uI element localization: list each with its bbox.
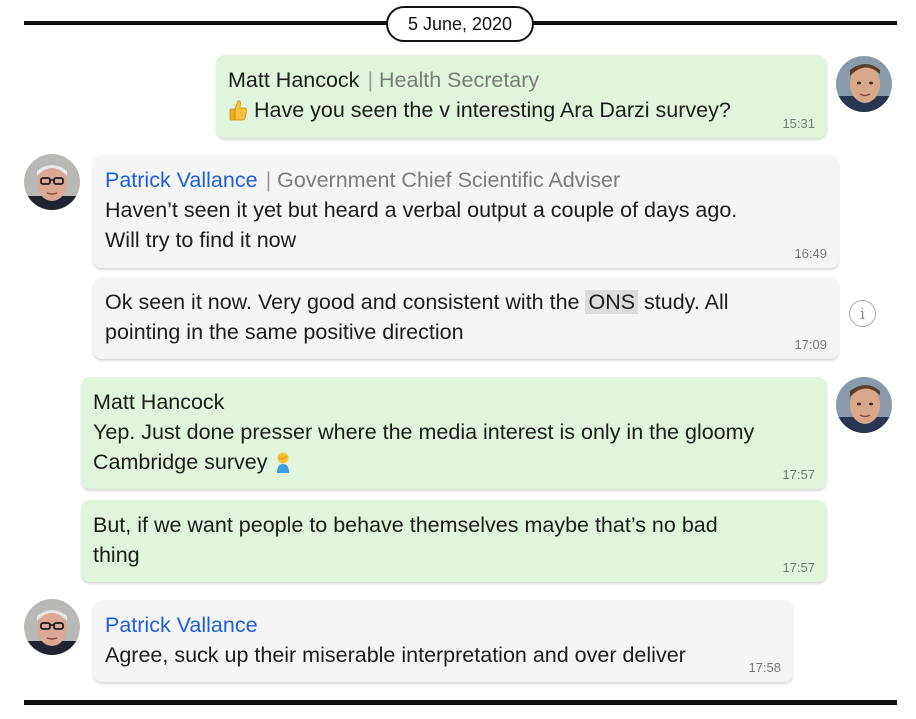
message-bubble[interactable]: Patrick Vallance Agree, suck up their mi… — [93, 600, 793, 682]
message-bubble[interactable]: Patrick Vallance | Government Chief Scient… — [93, 155, 839, 268]
message-text: pointing in the same positive direction — [105, 320, 464, 344]
message-text: Will try to find it now — [105, 228, 297, 252]
message-time: 17:58 — [748, 660, 781, 675]
separator: | — [265, 168, 272, 192]
message-time: 17:09 — [794, 337, 827, 352]
message-time: 17:57 — [782, 560, 815, 575]
date-header: 5 June, 2020 — [386, 6, 534, 42]
avatar-patrick-vallance — [24, 154, 80, 210]
sender-name[interactable]: Matt Hancock — [93, 390, 224, 414]
message-time: 17:57 — [782, 467, 815, 482]
message-time: 16:49 — [794, 246, 827, 261]
avatar-matt-hancock — [836, 377, 892, 433]
message-time: 15:31 — [782, 116, 815, 131]
info-icon[interactable]: i — [849, 300, 876, 327]
highlighted-term[interactable]: ONS — [585, 290, 639, 314]
sender-role: Government Chief Scientific Adviser — [277, 168, 621, 192]
separator: | — [367, 68, 374, 92]
sender-name[interactable]: Patrick Vallance — [105, 613, 258, 637]
avatar-patrick-vallance — [24, 599, 80, 655]
avatar-matt-hancock — [836, 56, 892, 112]
message-text: Ok seen it now. Very good and consistent… — [105, 290, 580, 314]
person-facepalming-icon — [273, 448, 293, 478]
bottom-divider — [24, 700, 897, 705]
message-bubble[interactable]: Matt Hancock Yep. Just done presser wher… — [81, 377, 827, 489]
thumbs-up-icon — [228, 96, 248, 126]
message-bubble[interactable]: But, if we want people to behave themsel… — [81, 500, 827, 582]
message-text: Haven’t seen it yet but heard a verbal o… — [105, 198, 738, 222]
message-text: study. All — [644, 290, 729, 314]
message-text: But, if we want people to behave themsel… — [93, 513, 718, 537]
message-bubble[interactable]: Matt Hancock | Health Secretary Have you s… — [216, 55, 827, 138]
message-bubble[interactable]: Ok seen it now. Very good and consistent… — [93, 277, 839, 359]
message-text: Yep. Just done presser where the media i… — [93, 420, 755, 444]
sender-name[interactable]: Matt Hancock — [228, 68, 359, 92]
message-text: Have you seen the v interesting Ara Darz… — [253, 98, 731, 122]
message-text: Cambridge survey — [93, 450, 268, 474]
message-text: Agree, suck up their miserable interpret… — [105, 643, 686, 667]
message-text: thing — [93, 543, 140, 567]
sender-role: Health Secretary — [379, 68, 540, 92]
sender-name[interactable]: Patrick Vallance — [105, 168, 258, 192]
